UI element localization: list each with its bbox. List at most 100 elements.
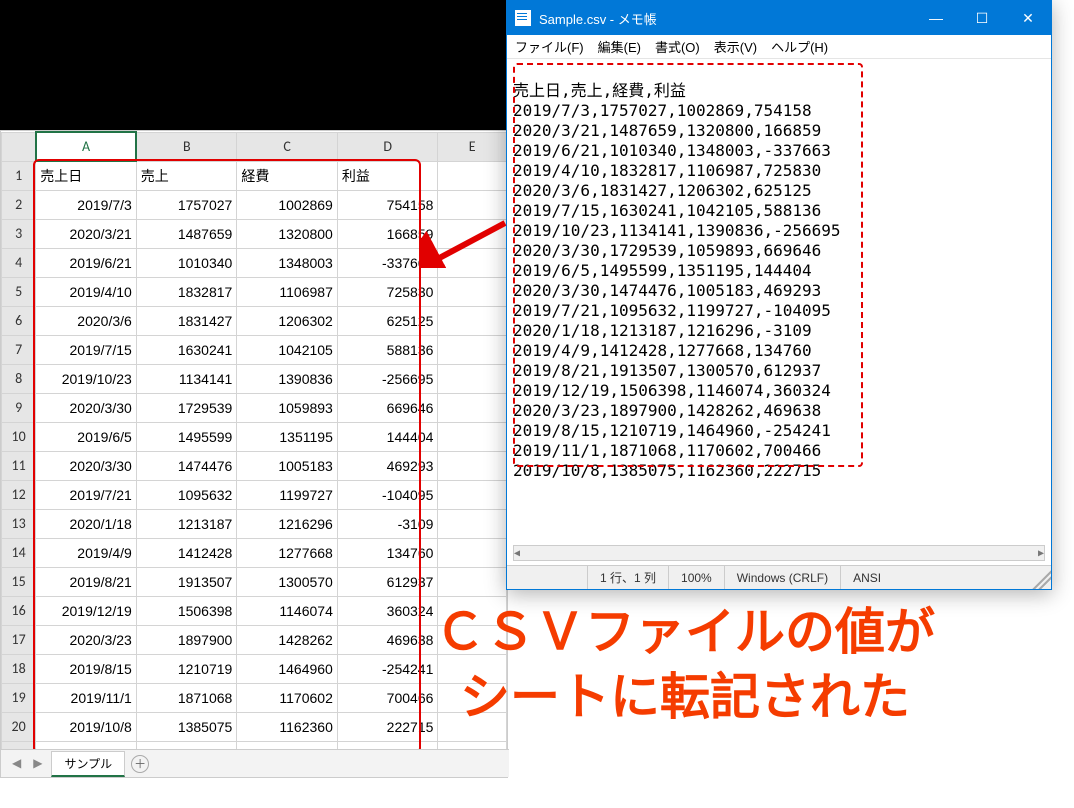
scroll-right-icon[interactable]: ▶ [1038, 548, 1044, 559]
row-header[interactable]: 8 [2, 364, 36, 393]
cell[interactable]: 1320800 [237, 219, 338, 248]
cell[interactable]: -104095 [337, 480, 438, 509]
cell[interactable]: 1474476 [136, 451, 237, 480]
cell[interactable]: 1095632 [136, 480, 237, 509]
cell[interactable]: 1213187 [136, 509, 237, 538]
cell[interactable]: 1348003 [237, 248, 338, 277]
cell[interactable]: 2019/11/1 [36, 683, 137, 712]
cell[interactable]: 1506398 [136, 596, 237, 625]
resize-grip[interactable] [1027, 566, 1051, 589]
cell[interactable]: 1042105 [237, 335, 338, 364]
row-header[interactable]: 5 [2, 277, 36, 306]
column-header[interactable]: E [438, 132, 507, 161]
minimize-button[interactable]: — [913, 1, 959, 35]
row-header[interactable]: 14 [2, 538, 36, 567]
cell[interactable]: 1871068 [136, 683, 237, 712]
cell[interactable]: 1005183 [237, 451, 338, 480]
cell[interactable]: 1059893 [237, 393, 338, 422]
cell[interactable]: 588136 [337, 335, 438, 364]
row-header[interactable]: 20 [2, 712, 36, 741]
cell[interactable] [438, 480, 507, 509]
cell[interactable]: 2019/6/5 [36, 422, 137, 451]
cell[interactable]: 612937 [337, 567, 438, 596]
cell[interactable]: 1277668 [237, 538, 338, 567]
horizontal-scrollbar[interactable]: ◀ ▶ [513, 545, 1045, 561]
cell[interactable] [438, 190, 507, 219]
cell[interactable]: 166859 [337, 219, 438, 248]
cell[interactable]: 2019/7/3 [36, 190, 137, 219]
notepad-content[interactable]: 売上日,売上,経費,利益 2019/7/3,1757027,1002869,75… [507, 59, 1051, 565]
row-header[interactable]: 17 [2, 625, 36, 654]
cell[interactable] [438, 422, 507, 451]
row-header[interactable]: 9 [2, 393, 36, 422]
cell[interactable]: 利益 [337, 161, 438, 190]
cell[interactable]: 1199727 [237, 480, 338, 509]
cell[interactable] [438, 509, 507, 538]
cell[interactable]: 144404 [337, 422, 438, 451]
cell[interactable]: -3109 [337, 509, 438, 538]
cell[interactable]: 1495599 [136, 422, 237, 451]
row-header[interactable]: 2 [2, 190, 36, 219]
cell[interactable]: 1464960 [237, 654, 338, 683]
cell[interactable]: 1757027 [136, 190, 237, 219]
cell[interactable]: 134760 [337, 538, 438, 567]
cell[interactable]: 1832817 [136, 277, 237, 306]
select-all-corner[interactable] [2, 132, 36, 161]
notepad-text[interactable]: 売上日,売上,経費,利益 2019/7/3,1757027,1002869,75… [513, 81, 1045, 481]
add-sheet-button[interactable]: ＋ [131, 755, 149, 773]
cell[interactable]: 2019/7/15 [36, 335, 137, 364]
cell[interactable]: 2019/6/21 [36, 248, 137, 277]
row-header[interactable]: 13 [2, 509, 36, 538]
scroll-left-icon[interactable]: ◀ [514, 548, 520, 559]
cell[interactable]: -254241 [337, 654, 438, 683]
notepad-titlebar[interactable]: Sample.csv - メモ帳 — ☐ ✕ [507, 1, 1051, 35]
cell[interactable]: 1300570 [237, 567, 338, 596]
menu-item[interactable]: ファイル(F) [515, 37, 584, 56]
cell[interactable]: 700466 [337, 683, 438, 712]
cell[interactable]: 1351195 [237, 422, 338, 451]
cell[interactable]: 1010340 [136, 248, 237, 277]
cell[interactable]: 1210719 [136, 654, 237, 683]
cell[interactable]: 経費 [237, 161, 338, 190]
cell[interactable]: 754158 [337, 190, 438, 219]
cell[interactable]: -256695 [337, 364, 438, 393]
cell[interactable] [438, 219, 507, 248]
cell[interactable]: 469293 [337, 451, 438, 480]
column-header[interactable]: A [36, 132, 137, 161]
cell[interactable] [438, 538, 507, 567]
cell[interactable]: 1913507 [136, 567, 237, 596]
row-header[interactable]: 4 [2, 248, 36, 277]
cell[interactable] [438, 335, 507, 364]
cell[interactable]: 2020/3/30 [36, 451, 137, 480]
row-header[interactable]: 16 [2, 596, 36, 625]
cell[interactable]: 売上日 [36, 161, 137, 190]
cell[interactable]: 2020/3/6 [36, 306, 137, 335]
cell[interactable]: 2020/3/23 [36, 625, 137, 654]
cell[interactable] [438, 277, 507, 306]
menu-item[interactable]: ヘルプ(H) [771, 37, 828, 56]
close-button[interactable]: ✕ [1005, 1, 1051, 35]
cell[interactable]: 1487659 [136, 219, 237, 248]
cell[interactable]: 2019/8/15 [36, 654, 137, 683]
cell[interactable]: 1002869 [237, 190, 338, 219]
row-header[interactable]: 15 [2, 567, 36, 596]
tab-nav-prev-icon[interactable]: ◀ [9, 756, 24, 771]
cell[interactable]: 1412428 [136, 538, 237, 567]
cell[interactable]: 2020/3/30 [36, 393, 137, 422]
cell[interactable]: 2020/3/21 [36, 219, 137, 248]
cell[interactable] [438, 306, 507, 335]
cell[interactable]: 1146074 [237, 596, 338, 625]
cell[interactable] [438, 248, 507, 277]
row-header[interactable]: 3 [2, 219, 36, 248]
column-header[interactable]: C [237, 132, 338, 161]
row-header[interactable]: 19 [2, 683, 36, 712]
cell[interactable]: 725830 [337, 277, 438, 306]
cell[interactable]: 669646 [337, 393, 438, 422]
sheet-tab[interactable]: サンプル [51, 751, 125, 777]
cell[interactable]: 1390836 [237, 364, 338, 393]
column-header[interactable]: B [136, 132, 237, 161]
cell[interactable]: 2019/12/19 [36, 596, 137, 625]
cell[interactable]: 1831427 [136, 306, 237, 335]
cell[interactable]: 1106987 [237, 277, 338, 306]
cell[interactable]: 1385075 [136, 712, 237, 741]
